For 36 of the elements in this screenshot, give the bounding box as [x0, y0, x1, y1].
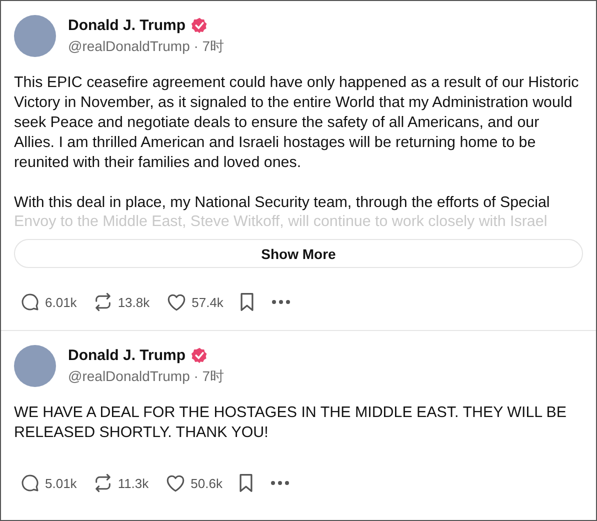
reply-button[interactable]: 6.01k [20, 292, 77, 312]
like-button[interactable]: 57.4k [166, 292, 224, 312]
more-button[interactable] [271, 299, 292, 305]
more-icon [270, 480, 290, 486]
repost-count: 11.3k [118, 476, 149, 490]
author-name[interactable]: Donald J. Trump [68, 346, 186, 364]
author-handle-time: @realDonaldTrump · 7时 [68, 38, 224, 56]
post-text: WE HAVE A DEAL FOR THE HOSTAGES IN THE MIDDLE EAST. THEY WILL BE RELEASED SHORTLY. THANK YOU! [14, 403, 568, 443]
reply-button[interactable]: 5.01k [20, 473, 77, 493]
more-icon [271, 299, 292, 305]
author-handle-time: @realDonaldTrump · 7时 [68, 368, 224, 386]
repost-icon [92, 473, 113, 493]
comment-icon [20, 473, 40, 493]
comment-icon [20, 292, 40, 312]
post-text: This EPIC ceasefire agreement could have only happened as a result of our Historic Victory in November, as it signaled to the entire World that my Administration would seek Peace and negotiate deals to ensure the safety of all Americans, and our Allies. I am thrilled American and Israeli hostages will be returning home to be reunited with their families and loved ones. [14, 73, 580, 173]
show-more-button[interactable]: Show More [14, 239, 583, 268]
heart-icon [166, 292, 187, 312]
more-button[interactable] [270, 480, 290, 486]
avatar[interactable] [14, 15, 56, 57]
bookmark-button[interactable] [238, 473, 254, 493]
bookmark-button[interactable] [239, 292, 256, 312]
like-count: 50.6k [190, 476, 222, 490]
repost-icon [92, 292, 113, 312]
repost-count: 13.8k [118, 294, 150, 310]
like-button[interactable]: 50.6k [164, 473, 222, 493]
repost-button[interactable]: 13.8k [92, 292, 150, 312]
reply-count: 6.01k [45, 294, 77, 310]
heart-icon [164, 473, 186, 493]
author-name[interactable]: Donald J. Trump [68, 16, 186, 34]
repost-button[interactable]: 11.3k [92, 473, 149, 493]
like-count: 57.4k [192, 294, 224, 310]
avatar[interactable] [14, 345, 56, 387]
bookmark-icon [238, 473, 254, 493]
reply-count: 5.01k [45, 476, 77, 490]
bookmark-icon [239, 292, 256, 312]
post-text: With this deal in place, my National Security team, through the efforts of Special [14, 193, 551, 213]
